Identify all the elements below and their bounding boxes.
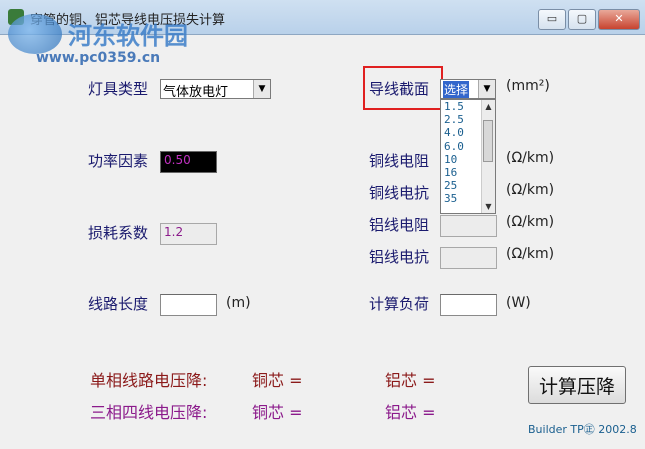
scroll-up-icon[interactable]: ▲ [482,100,495,113]
line-length-label: 线路长度 [88,295,149,313]
single-phase-label: 单相线路电压降: [90,371,208,390]
watermark-logo-icon [8,14,62,54]
maximize-button[interactable]: ▢ [568,9,596,30]
lamp-type-select[interactable]: 气体放电灯 ▼ [160,79,271,100]
close-button[interactable]: ✕ [598,9,640,30]
dropdown-scrollbar[interactable]: ▲ ▼ [481,100,495,213]
line-length-field[interactable] [160,294,217,316]
calculate-button[interactable]: 计算压降 [528,366,626,404]
copper-resistance-unit: (Ω/km) [506,150,555,166]
aluminum-reactance-unit: (Ω/km) [506,246,555,262]
power-factor-field[interactable]: 0.50 [160,151,217,173]
line-length-unit: (m) [226,295,251,311]
three-phase-label: 三相四线电压降: [90,403,208,422]
watermark-url: www.pc0359.cn [36,50,161,66]
scroll-down-icon[interactable]: ▼ [482,200,495,213]
power-factor-label: 功率因素 [88,152,149,170]
wire-section-label: 导线截面 [369,80,430,98]
calc-load-field[interactable] [440,294,497,316]
aluminum-resistance-field [440,215,497,237]
aluminum-resistance-label: 铝线电阻 [369,216,430,234]
wire-section-dropdown[interactable]: 1.5 2.5 4.0 6.0 10 16 25 35 ▲ ▼ [440,99,496,214]
single-phase-aluminum: 铝芯 = [385,371,436,390]
lamp-type-value: 气体放电灯 [163,85,229,100]
copper-reactance-label: 铜线电抗 [369,184,430,202]
single-phase-copper: 铜芯 = [252,371,303,390]
scroll-thumb[interactable] [483,120,493,162]
footer-credit: Builder TP㊣ 2002.8 [528,423,637,436]
three-phase-copper: 铜芯 = [252,403,303,422]
wire-section-select[interactable]: 选择 ▼ [440,79,496,99]
lamp-type-label: 灯具类型 [88,80,149,98]
copper-resistance-label: 铜线电阻 [369,152,430,170]
aluminum-resistance-unit: (Ω/km) [506,214,555,230]
three-phase-aluminum: 铝芯 = [385,403,436,422]
loss-coefficient-field: 1.2 [160,223,217,245]
calc-load-label: 计算负荷 [369,295,430,313]
aluminum-reactance-field [440,247,497,269]
copper-reactance-unit: (Ω/km) [506,182,555,198]
loss-coefficient-label: 损耗系数 [88,224,149,242]
chevron-down-icon[interactable]: ▼ [253,80,270,98]
watermark-brand: 河东软件园 [68,22,188,50]
aluminum-reactance-label: 铝线电抗 [369,248,430,266]
chevron-down-icon[interactable]: ▼ [478,80,495,98]
wire-section-value: 选择 [443,81,470,98]
minimize-button[interactable]: ▭ [538,9,566,30]
calc-load-unit: (W) [506,295,531,311]
wire-section-unit: (mm²) [506,78,550,94]
